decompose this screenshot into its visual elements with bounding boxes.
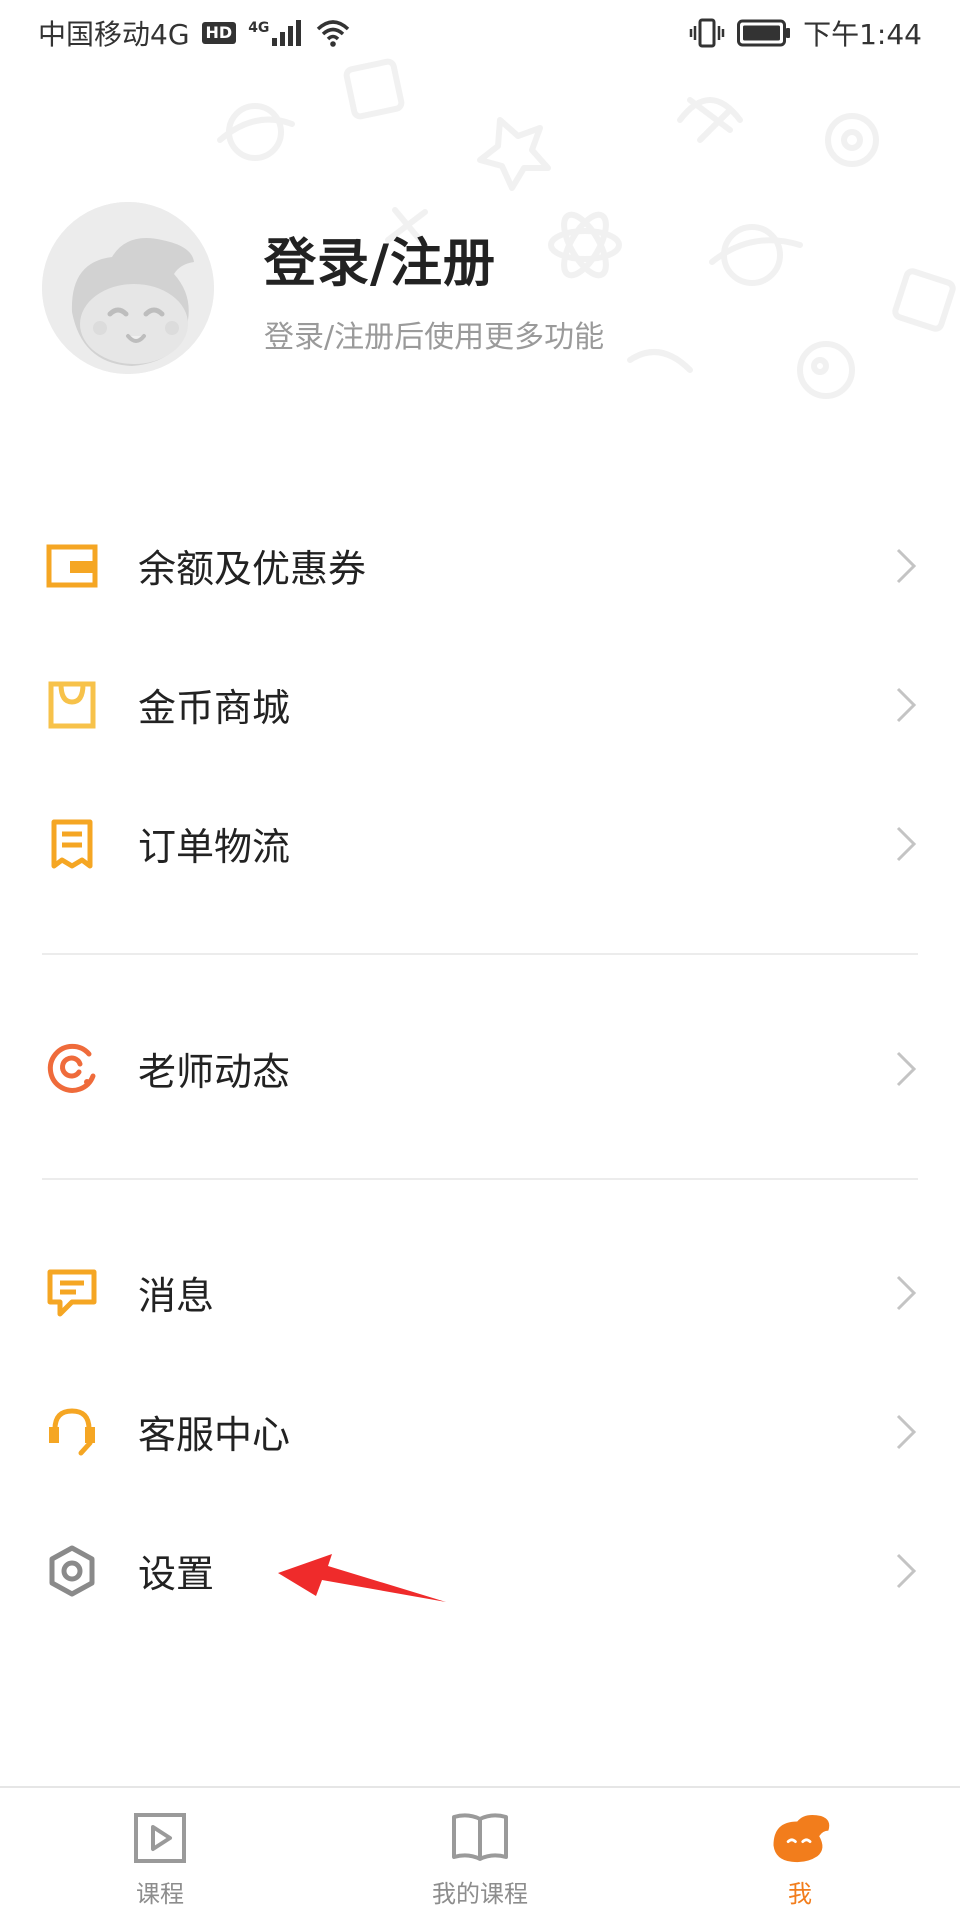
annotation-arrow-icon (278, 1554, 446, 1602)
menu-label: 余额及优惠券 (138, 547, 367, 591)
profile-header[interactable]: 登录/注册 登录/注册后使用更多功能 (42, 202, 922, 374)
teacher-feed-icon (42, 1039, 102, 1099)
divider (42, 1178, 918, 1180)
nav-tab-my-courses[interactable]: 我的课程 (320, 1788, 640, 1920)
menu-label: 设置 (138, 1552, 215, 1596)
message-icon (42, 1263, 102, 1323)
divider (42, 953, 918, 955)
network-type-label: 4G (248, 20, 270, 36)
menu-label: 客服中心 (138, 1413, 291, 1457)
nav-label: 我的课程 (432, 1879, 528, 1908)
nav-tab-courses[interactable]: 课程 (0, 1788, 320, 1920)
play-icon (128, 1806, 192, 1870)
wallet-icon (42, 536, 102, 596)
menu-group-support: 消息 客服中心 设置 (0, 1223, 960, 1640)
nav-tab-me[interactable]: 我 (640, 1788, 960, 1920)
menu-item-customer-service[interactable]: 客服中心 (0, 1362, 960, 1501)
profile-mascot-icon (768, 1806, 832, 1870)
receipt-icon (42, 814, 102, 874)
profile-text: 登录/注册 登录/注册后使用更多功能 (264, 221, 604, 356)
menu-item-settings[interactable]: 设置 (0, 1501, 960, 1640)
shopping-bag-icon (42, 675, 102, 735)
menu-label: 消息 (138, 1274, 215, 1318)
chevron-right-icon (896, 687, 917, 722)
avatar[interactable] (42, 202, 214, 374)
menu-item-messages[interactable]: 消息 (0, 1223, 960, 1362)
chevron-right-icon (896, 1051, 917, 1086)
menu-item-teacher-feed[interactable]: 老师动态 (0, 999, 960, 1138)
nav-label: 我 (788, 1879, 812, 1908)
menu-item-balance-coupons[interactable]: 余额及优惠券 (0, 496, 960, 635)
menu-label: 金币商城 (138, 686, 291, 730)
mascot-avatar-icon (42, 202, 214, 374)
chevron-right-icon (896, 1275, 917, 1310)
menu-label: 老师动态 (138, 1050, 291, 1094)
chevron-right-icon (896, 826, 917, 861)
chevron-right-icon (896, 548, 917, 583)
bottom-navigation: 课程 我的课程 我 (0, 1786, 960, 1920)
headset-icon (42, 1402, 102, 1462)
menu-item-order-logistics[interactable]: 订单物流 (0, 774, 960, 913)
login-register-subtitle: 登录/注册后使用更多功能 (264, 319, 605, 355)
book-icon (448, 1806, 512, 1870)
menu-group-account: 余额及优惠券 金币商城 订单物流 (0, 496, 960, 913)
menu-group-teacher: 老师动态 (0, 999, 960, 1138)
menu-item-coin-mall[interactable]: 金币商城 (0, 635, 960, 774)
chevron-right-icon (896, 1414, 917, 1449)
settings-icon (42, 1541, 102, 1601)
login-register-title[interactable]: 登录/注册 (264, 221, 604, 296)
menu-label: 订单物流 (138, 825, 291, 869)
nav-label: 课程 (136, 1879, 184, 1908)
chevron-right-icon (896, 1553, 917, 1588)
